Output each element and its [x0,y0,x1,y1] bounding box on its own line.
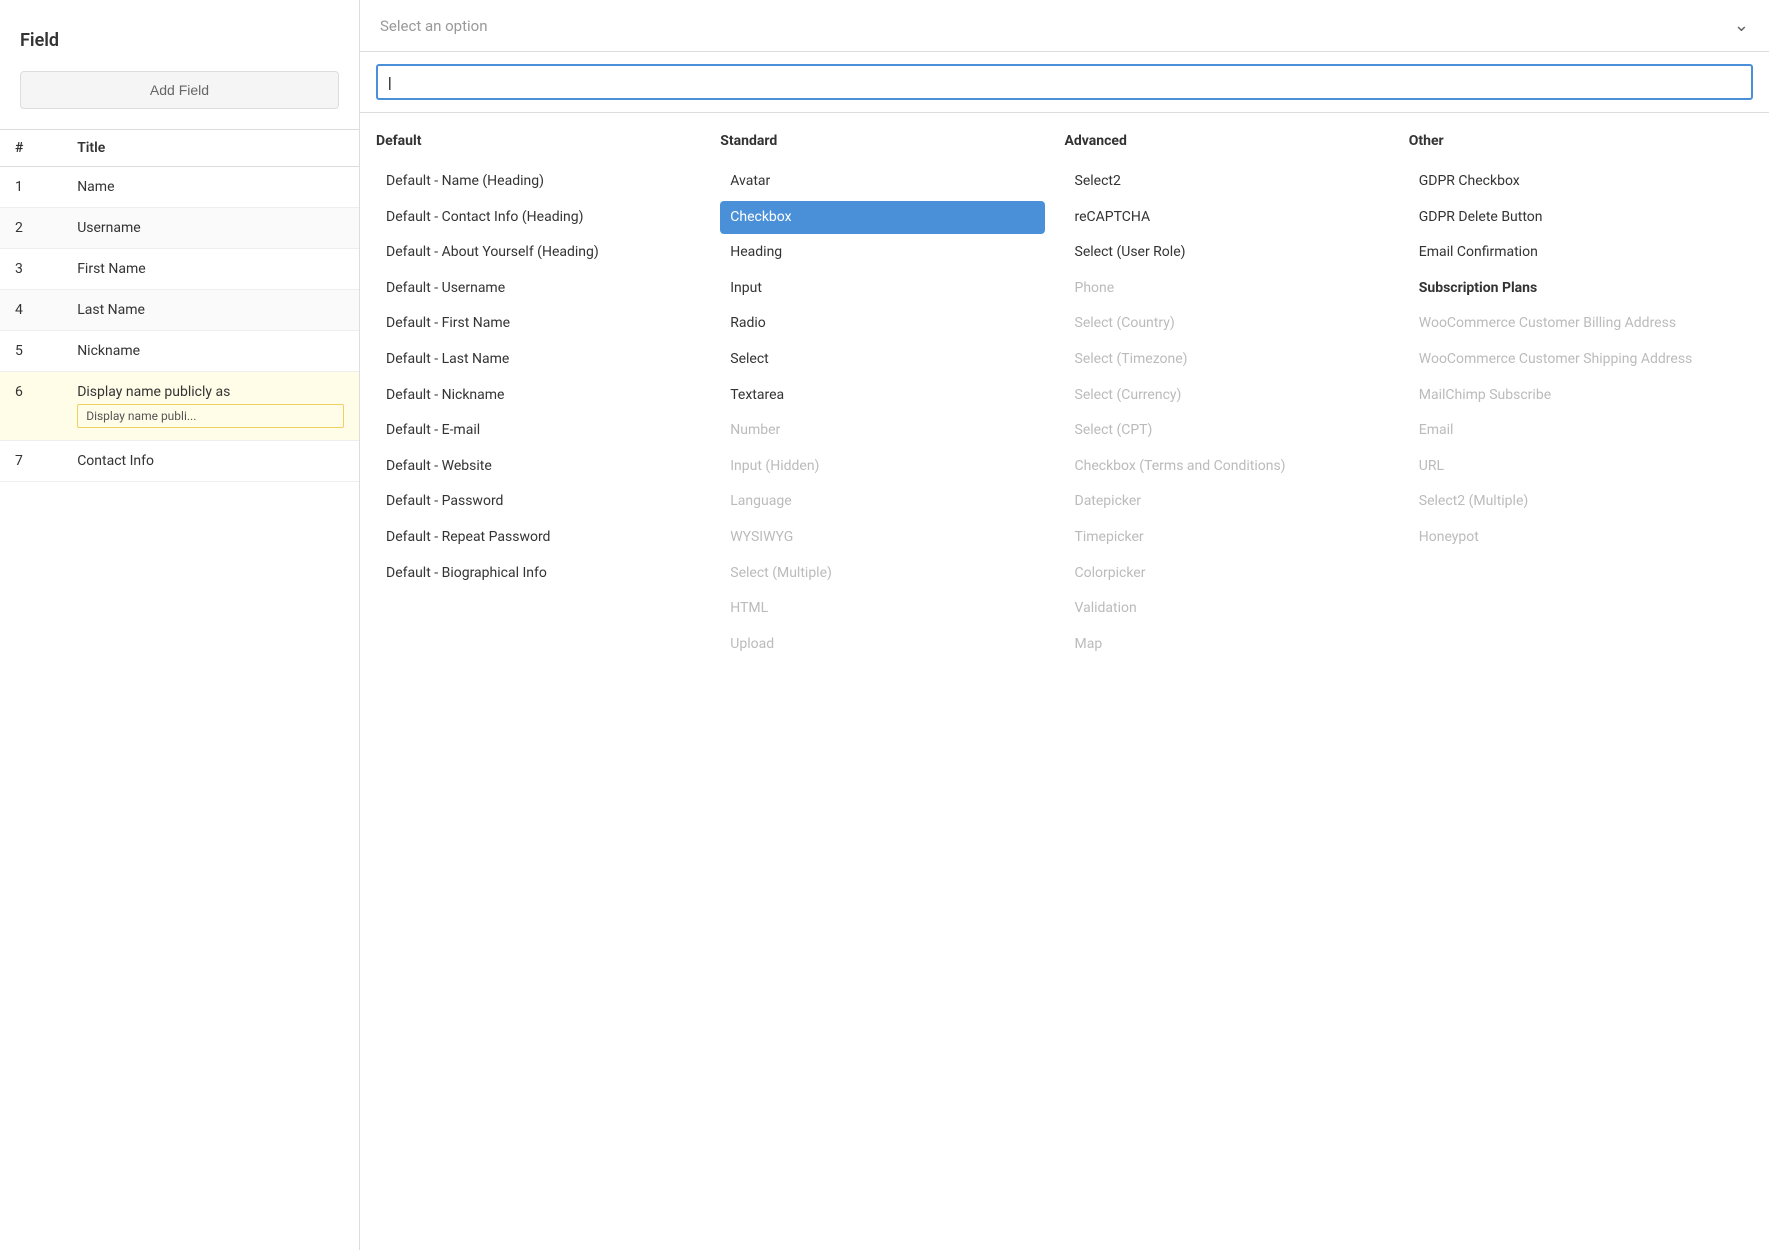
option-item: Map [1065,628,1389,662]
option-item[interactable]: Default - Website [376,450,700,484]
option-item[interactable]: Checkbox [720,201,1044,235]
option-item: Number [720,414,1044,448]
option-item: Datepicker [1065,485,1389,519]
option-item: Input (Hidden) [720,450,1044,484]
row-title: Contact Info [62,441,359,482]
col-advanced: Advanced Select2reCAPTCHASelect (User Ro… [1065,133,1409,663]
row-number: 6 [0,372,62,441]
option-item[interactable]: GDPR Delete Button [1409,201,1733,235]
option-item: WooCommerce Customer Billing Address [1409,307,1733,341]
option-item: Select (CPT) [1065,414,1389,448]
row-number: 2 [0,208,62,249]
table-row[interactable]: 6Display name publicly asDisplay name pu… [0,372,359,441]
option-item: Language [720,485,1044,519]
option-item[interactable]: Input [720,272,1044,306]
dropdown-placeholder: Select an option [380,17,487,35]
col-default-header: Default [376,133,700,149]
col-default: Default Default - Name (Heading)Default … [376,133,720,663]
row-number: 1 [0,167,62,208]
search-input[interactable] [376,64,1753,100]
option-item[interactable]: Default - Biographical Info [376,557,700,591]
col-advanced-header: Advanced [1065,133,1389,149]
option-item: HTML [720,592,1044,626]
option-item[interactable]: Select2 [1065,165,1389,199]
field-header: Field [0,20,359,71]
option-item[interactable]: Default - First Name [376,307,700,341]
option-item: Validation [1065,592,1389,626]
row-number: 7 [0,441,62,482]
option-item[interactable]: Default - E-mail [376,414,700,448]
option-item[interactable]: Avatar [720,165,1044,199]
option-item: Honeypot [1409,521,1733,555]
option-item: Colorpicker [1065,557,1389,591]
col-other-header: Other [1409,133,1733,149]
table-row[interactable]: 5Nickname [0,331,359,372]
row-title: Username [62,208,359,249]
row-title: First Name [62,249,359,290]
table-row[interactable]: 4Last Name [0,290,359,331]
row-number: 4 [0,290,62,331]
option-item: Select (Country) [1065,307,1389,341]
row-title: Last Name [62,290,359,331]
option-item[interactable]: Default - About Yourself (Heading) [376,236,700,270]
option-item[interactable]: Heading [720,236,1044,270]
tooltip: Display name publi... [77,404,344,428]
option-item: WYSIWYG [720,521,1044,555]
dropdown-trigger[interactable]: Select an option ⌄ [360,0,1769,52]
option-item: Select (Multiple) [720,557,1044,591]
option-item[interactable]: Default - Repeat Password [376,521,700,555]
search-box-container [360,52,1769,113]
option-item: Select (Timezone) [1065,343,1389,377]
row-number: 3 [0,249,62,290]
option-item[interactable]: Textarea [720,379,1044,413]
table-row[interactable]: 3First Name [0,249,359,290]
option-item: Email [1409,414,1733,448]
options-grid: Default Default - Name (Heading)Default … [360,113,1769,683]
option-item[interactable]: Select [720,343,1044,377]
right-panel: Select an option ⌄ Default Default - Nam… [360,0,1769,1250]
col-header-number: # [0,130,62,167]
option-item: Select2 (Multiple) [1409,485,1733,519]
col-other: Other GDPR CheckboxGDPR Delete ButtonEma… [1409,133,1753,663]
option-item[interactable]: Default - Last Name [376,343,700,377]
table-row[interactable]: 7Contact Info [0,441,359,482]
row-title: Name [62,167,359,208]
option-item[interactable]: Default - Nickname [376,379,700,413]
col-standard-header: Standard [720,133,1044,149]
option-item[interactable]: GDPR Checkbox [1409,165,1733,199]
option-item: WooCommerce Customer Shipping Address [1409,343,1733,377]
option-item[interactable]: Email Confirmation [1409,236,1733,270]
table-row[interactable]: 1Name [0,167,359,208]
option-item: Phone [1065,272,1389,306]
col-header-title: Title [62,130,359,167]
option-item: Checkbox (Terms and Conditions) [1065,450,1389,484]
option-item[interactable]: reCAPTCHA [1065,201,1389,235]
option-item: URL [1409,450,1733,484]
option-item: Timepicker [1065,521,1389,555]
fields-table: # Title 1Name2Username3First Name4Last N… [0,129,359,482]
option-item: Upload [720,628,1044,662]
add-field-button[interactable]: Add Field [20,71,339,109]
option-item: Select (Currency) [1065,379,1389,413]
option-item[interactable]: Default - Username [376,272,700,306]
col-standard: Standard AvatarCheckboxHeadingInputRadio… [720,133,1064,663]
option-item[interactable]: Subscription Plans [1409,272,1733,306]
option-item: MailChimp Subscribe [1409,379,1733,413]
left-panel: Field Add Field # Title 1Name2Username3F… [0,0,360,1250]
row-number: 5 [0,331,62,372]
row-title: Nickname [62,331,359,372]
table-row[interactable]: 2Username [0,208,359,249]
option-item[interactable]: Select (User Role) [1065,236,1389,270]
option-item[interactable]: Radio [720,307,1044,341]
option-item[interactable]: Default - Password [376,485,700,519]
option-item[interactable]: Default - Contact Info (Heading) [376,201,700,235]
row-title: Display name publicly asDisplay name pub… [62,372,359,441]
chevron-down-icon: ⌄ [1734,15,1749,36]
option-item[interactable]: Default - Name (Heading) [376,165,700,199]
